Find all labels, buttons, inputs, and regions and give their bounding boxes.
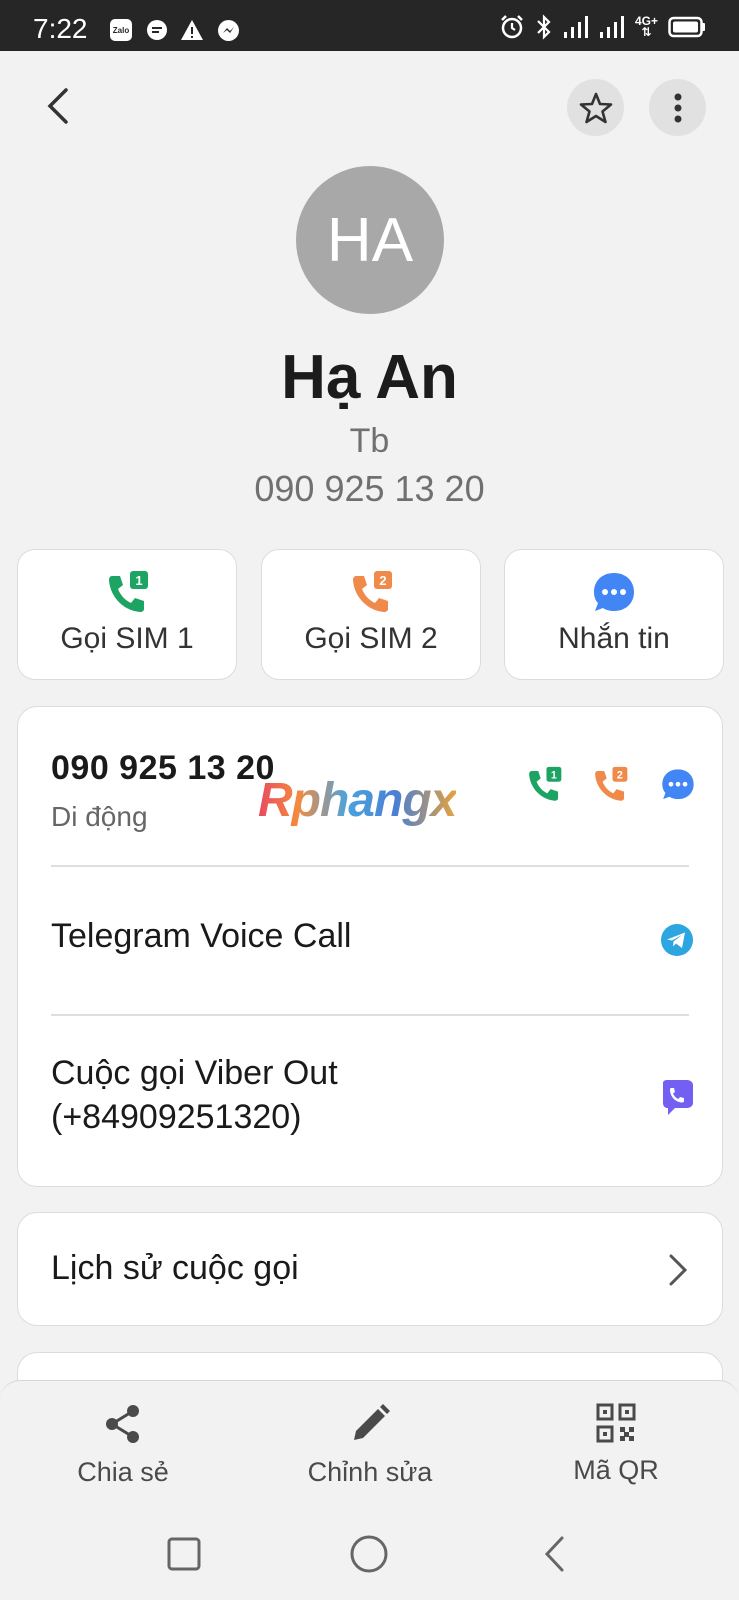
call-sim1-inline-button[interactable]: 1 <box>524 765 564 805</box>
qr-code-label: Mã QR <box>573 1455 659 1485</box>
phone-number-row[interactable]: 090 925 13 20 Di động 1 2 <box>18 707 722 867</box>
viber-icon <box>658 1078 696 1118</box>
message-icon <box>662 769 694 800</box>
system-navigation-bar <box>0 1510 739 1600</box>
square-icon <box>167 1537 201 1571</box>
call-sim2-icon: 2 <box>353 571 392 612</box>
contact-details-card: 090 925 13 20 Di động 1 2 Telegram Voice <box>17 706 723 1187</box>
phone-number: 090 925 13 20 <box>51 749 275 787</box>
favorite-button[interactable] <box>567 79 624 136</box>
message-button[interactable]: Nhắn tin <box>504 549 724 680</box>
share-button[interactable]: Chia sẻ <box>23 1403 223 1488</box>
status-bar: 7:22 Zalo 4G+ ⇅ <box>0 0 739 51</box>
bluetooth-icon <box>537 14 551 40</box>
contact-phone: 090 925 13 20 <box>254 468 485 509</box>
telegram-icon <box>658 921 696 959</box>
back-button[interactable] <box>38 87 76 125</box>
call-sim1-button[interactable]: 1 Gọi SIM 1 <box>17 549 237 680</box>
chevron-left-icon <box>47 88 68 124</box>
telegram-call-label: Telegram Voice Call <box>51 917 352 955</box>
call-history-row[interactable]: Lịch sử cuộc gọi <box>17 1212 723 1326</box>
chat-notification-icon <box>146 19 168 46</box>
more-vertical-icon <box>674 93 681 122</box>
message-label: Nhắn tin <box>558 622 670 655</box>
svg-text:2: 2 <box>379 573 386 588</box>
contact-name: Hạ An <box>281 343 458 412</box>
call-sim1-icon: 1 <box>109 571 148 612</box>
viber-out-row[interactable]: Cuộc gọi Viber Out (+84909251320) <box>18 1016 722 1186</box>
status-time: 7:22 <box>33 13 88 44</box>
recent-apps-button[interactable] <box>160 1530 208 1578</box>
signal-icon <box>599 16 624 38</box>
telegram-call-row[interactable]: Telegram Voice Call <box>18 867 722 1015</box>
home-button[interactable] <box>345 1530 393 1578</box>
warning-icon <box>180 19 204 46</box>
circle-icon <box>350 1535 388 1573</box>
share-label: Chia sẻ <box>77 1457 169 1487</box>
alarm-icon <box>501 15 523 39</box>
call-sim2-button[interactable]: 2 Gọi SIM 2 <box>261 549 481 680</box>
message-icon <box>594 573 634 611</box>
message-inline-button[interactable] <box>658 765 698 805</box>
call-history-label: Lịch sử cuộc gọi <box>51 1249 299 1287</box>
call-sim2-label: Gọi SIM 2 <box>304 622 438 655</box>
svg-text:2: 2 <box>617 769 623 781</box>
more-options-button[interactable] <box>649 79 706 136</box>
edit-button[interactable]: Chỉnh sửa <box>270 1403 470 1488</box>
network-type-label: 4G+ ⇅ <box>634 14 658 39</box>
call-sim2-inline-button[interactable]: 2 <box>590 765 630 805</box>
phone-type: Di động <box>51 801 148 832</box>
star-outline-icon <box>579 92 612 123</box>
system-back-button[interactable] <box>530 1530 578 1578</box>
zalo-app-icon: Zalo <box>110 19 132 41</box>
contact-label: Tb <box>349 422 390 460</box>
call-sim2-icon: 2 <box>595 766 628 801</box>
avatar[interactable]: HA <box>296 166 444 314</box>
chevron-right-icon <box>663 1251 693 1289</box>
messenger-icon <box>217 19 240 47</box>
call-sim1-label: Gọi SIM 1 <box>60 622 194 655</box>
viber-out-number: (+84909251320) <box>51 1098 302 1136</box>
viber-out-label: Cuộc gọi Viber Out <box>51 1054 338 1092</box>
svg-text:1: 1 <box>135 573 142 588</box>
qr-code-button[interactable]: Mã QR <box>516 1403 716 1486</box>
bottom-action-bar: Chia sẻ Chỉnh sửa Mã QR <box>0 1380 739 1510</box>
qr-code-icon <box>596 1403 636 1443</box>
edit-label: Chỉnh sửa <box>307 1457 433 1487</box>
svg-text:1: 1 <box>551 769 557 781</box>
battery-icon <box>668 16 705 38</box>
chevron-left-icon <box>544 1536 564 1572</box>
top-app-bar <box>0 51 739 169</box>
signal-icon <box>563 16 588 38</box>
call-sim1-icon: 1 <box>529 766 562 801</box>
share-icon <box>106 1405 139 1443</box>
edit-icon <box>354 1404 390 1440</box>
